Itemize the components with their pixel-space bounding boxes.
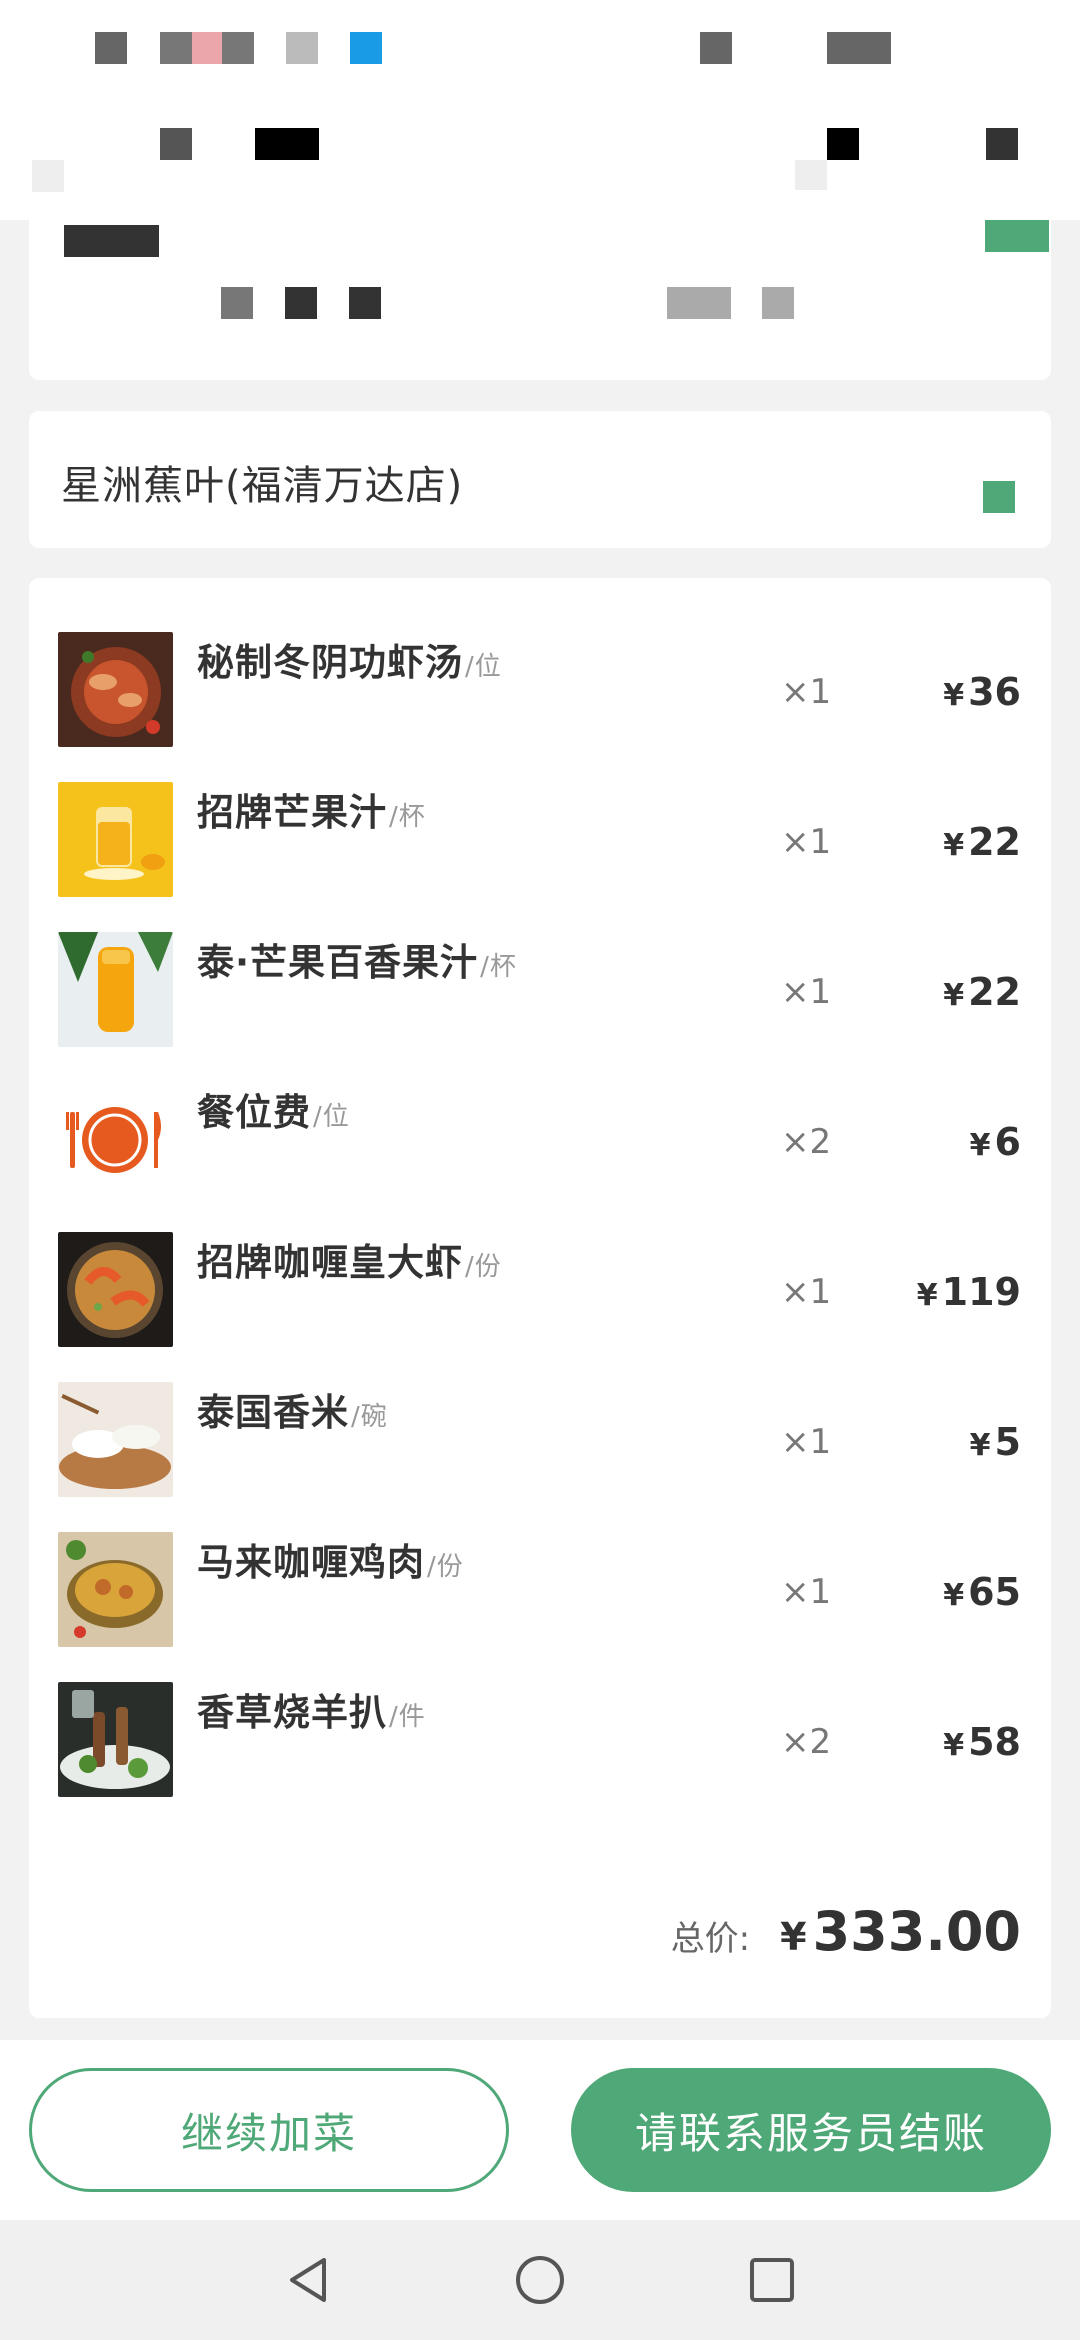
status-block (827, 32, 891, 64)
order-card: 秘制冬阴功虾汤/位 ×1 ¥36 招牌芒果汁/杯 ×1 ¥22 泰·芒果百香果汁… (29, 578, 1051, 2018)
list-item: 秘制冬阴功虾汤/位 ×1 ¥36 (29, 632, 1051, 782)
triangle-back-icon[interactable] (280, 2252, 336, 2308)
item-name: 秘制冬阴功虾汤/位 (197, 641, 502, 684)
item-unit: /位 (465, 652, 502, 682)
header-block[interactable] (160, 128, 192, 160)
total-label: 总价: (670, 1919, 751, 1959)
lamb-chop-image (58, 1682, 173, 1797)
plate-cutlery-icon (58, 1082, 173, 1197)
item-name: 招牌咖喱皇大虾/份 (197, 1241, 502, 1284)
item-quantity: ×1 (781, 972, 832, 1012)
list-item: 招牌芒果汁/杯 ×1 ¥22 (29, 782, 1051, 932)
status-block (350, 32, 382, 64)
header-block (255, 128, 319, 160)
info-block (985, 220, 1049, 252)
mango-juice-image (58, 782, 173, 897)
info-block (349, 287, 381, 319)
item-price: ¥22 (943, 970, 1021, 1014)
list-item: 香草烧羊扒/件 ×2 ¥58 (29, 1682, 1051, 1832)
item-unit: /杯 (389, 802, 426, 832)
contact-waiter-checkout-button[interactable]: 请联系服务员结账 (571, 2068, 1051, 2192)
list-item: 泰国香米/碗 ×1 ¥5 (29, 1382, 1051, 1532)
header-block (795, 160, 827, 190)
item-price: ¥5 (969, 1420, 1021, 1464)
store-card[interactable]: 星洲蕉叶(福清万达店) (29, 411, 1051, 548)
add-more-dishes-button[interactable]: 继续加菜 (29, 2068, 509, 2192)
status-bar (0, 0, 1080, 127)
item-price: ¥58 (943, 1720, 1021, 1764)
header-block (32, 160, 64, 192)
system-nav-bar (0, 2220, 1080, 2340)
item-quantity: ×1 (781, 672, 832, 712)
status-block (192, 32, 222, 64)
tom-yum-soup-image (58, 632, 173, 747)
item-unit: /位 (313, 1102, 350, 1132)
item-price: ¥119 (916, 1270, 1021, 1314)
item-price: ¥6 (969, 1120, 1021, 1164)
curry-chicken-image (58, 1532, 173, 1647)
header-block[interactable] (986, 128, 1018, 160)
item-unit: /碗 (351, 1402, 388, 1432)
rice-bowl-image (58, 1382, 173, 1497)
order-total: 总价: ¥ 333.00 (671, 1900, 1021, 1963)
item-quantity: ×1 (781, 1572, 832, 1612)
info-block (285, 287, 317, 319)
info-block (64, 225, 159, 257)
item-quantity: ×2 (781, 1722, 832, 1762)
list-item: 马来咖喱鸡肉/份 ×1 ¥65 (29, 1532, 1051, 1682)
status-block (95, 32, 127, 64)
circle-home-icon[interactable] (512, 2252, 568, 2308)
item-quantity: ×1 (781, 822, 832, 862)
info-block (221, 287, 253, 319)
status-block (222, 32, 254, 64)
item-unit: /份 (427, 1552, 464, 1582)
store-name: 星洲蕉叶(福清万达店) (61, 463, 464, 509)
list-item: 招牌咖喱皇大虾/份 ×1 ¥119 (29, 1232, 1051, 1382)
mango-passion-juice-image (58, 932, 173, 1047)
item-quantity: ×1 (781, 1422, 832, 1462)
status-block (160, 32, 192, 64)
item-name: 招牌芒果汁/杯 (197, 791, 426, 834)
order-info-card (29, 205, 1051, 380)
item-name: 餐位费/位 (197, 1091, 350, 1134)
status-block (286, 32, 318, 64)
item-quantity: ×1 (781, 1272, 832, 1312)
item-quantity: ×2 (781, 1122, 832, 1162)
info-block (762, 287, 794, 319)
item-name: 泰·芒果百香果汁/杯 (197, 941, 517, 984)
total-currency: ¥ (780, 1915, 807, 1959)
list-item: 泰·芒果百香果汁/杯 ×1 ¥22 (29, 932, 1051, 1082)
curry-prawn-image (58, 1232, 173, 1347)
header-bar (0, 95, 1080, 220)
item-name: 香草烧羊扒/件 (197, 1691, 426, 1734)
info-block (667, 287, 731, 319)
item-price: ¥65 (943, 1570, 1021, 1614)
item-name: 泰国香米/碗 (197, 1391, 388, 1434)
list-item: 餐位费/位 ×2 ¥6 (29, 1082, 1051, 1232)
square-recents-icon[interactable] (744, 2252, 800, 2308)
item-unit: /份 (465, 1252, 502, 1282)
item-unit: /件 (389, 1702, 426, 1732)
store-indicator-icon (983, 481, 1015, 513)
header-block[interactable] (827, 128, 859, 160)
item-name: 马来咖喱鸡肉/份 (197, 1541, 464, 1584)
item-price: ¥22 (943, 820, 1021, 864)
item-unit: /杯 (480, 952, 517, 982)
action-bar: 继续加菜 请联系服务员结账 (0, 2040, 1080, 2220)
item-price: ¥36 (943, 670, 1021, 714)
total-value: 333.00 (812, 1900, 1021, 1963)
status-block (700, 32, 732, 64)
